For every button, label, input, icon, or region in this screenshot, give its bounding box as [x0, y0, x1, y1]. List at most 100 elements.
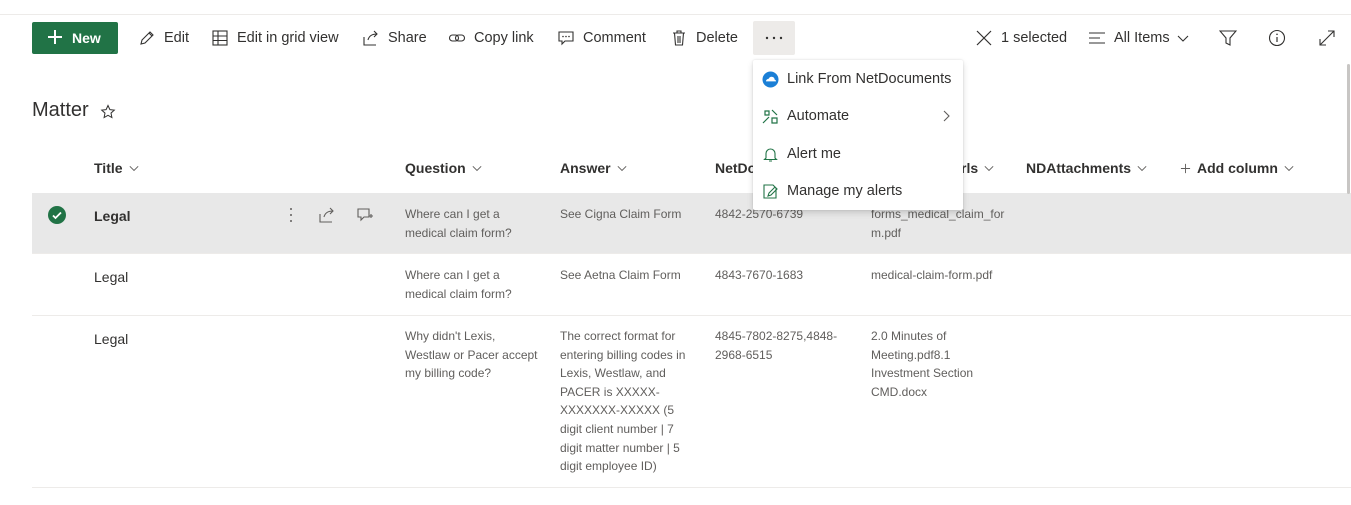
column-title-label: Title [94, 160, 123, 176]
row-urls-line: m.pdf [871, 225, 902, 240]
trash-icon [673, 30, 685, 46]
row-question-line: my billing code? [405, 366, 492, 381]
copy-link-button[interactable]: Copy link [448, 22, 534, 54]
column-header-ndattachments[interactable]: NDAttachments [1026, 160, 1147, 176]
row-comment-icon[interactable] [356, 206, 374, 224]
row-answer-line: entering billing codes in [560, 347, 686, 362]
row-answer-line: digit matter number | 5 [560, 440, 680, 455]
edit-label: Edit [164, 30, 189, 46]
row-answer-line: The correct format for [560, 329, 676, 343]
table-row[interactable]: Legal Why didn't Lexis, Westlaw or Pacer… [32, 316, 1351, 488]
share-label: Share [388, 30, 427, 46]
table-row[interactable]: Legal Where can I get a medical claim fo… [32, 193, 1351, 254]
add-column-label: Add column [1197, 160, 1278, 176]
row-question: Why didn't Lexis, Westlaw or Pacer accep… [405, 327, 538, 383]
link-icon [448, 34, 466, 42]
row-urls-line: medical-claim-form.pdf [871, 268, 993, 282]
row-question: Where can I get a medical claim form? [405, 266, 512, 303]
menu-item-label: Automate [787, 108, 850, 124]
row-urls[interactable]: forms_medical_claim_for m.pdf [871, 205, 1004, 242]
menu-item-label: Link From NetDocuments [787, 71, 952, 87]
grid-icon [212, 30, 228, 46]
row-answer-line: digit employee ID) [560, 459, 657, 474]
new-button[interactable]: New [32, 22, 118, 54]
row-answer-line: XXXXXXX-XXXXX (5 [560, 403, 675, 418]
column-header-question[interactable]: Question [405, 160, 482, 176]
row-urls[interactable]: 2.0 Minutes of Meeting.pdf8.1 Investment… [871, 327, 973, 401]
row-answer: See Cigna Claim Form [560, 205, 681, 224]
view-switcher[interactable]: All Items [1088, 22, 1189, 54]
row-urls[interactable]: medical-claim-form.pdf [871, 266, 992, 285]
edit-grid-button[interactable]: Edit in grid view [211, 22, 339, 54]
manage-alerts-icon [763, 183, 778, 199]
row-question-line: Why didn't Lexis, [405, 329, 496, 343]
row-urls-line: Investment Section [871, 366, 974, 381]
vertical-scrollbar[interactable] [1347, 64, 1350, 194]
row-netdocs-line: 4843-7670-1683 [715, 268, 804, 282]
comment-icon [558, 31, 574, 46]
more-actions-menu: Link From NetDocuments Automate Alert me… [753, 60, 963, 210]
more-actions-button[interactable] [753, 21, 795, 55]
row-answer-line: digit client number | 7 [560, 421, 674, 436]
list-view-icon [1089, 32, 1105, 44]
column-netdocs-label: NetDo [715, 160, 757, 176]
expand-icon [1319, 30, 1335, 46]
bell-icon [763, 147, 778, 162]
menu-item-label: Manage my alerts [787, 183, 903, 199]
row-question-line: Westlaw or Pacer accept [405, 347, 538, 362]
row-netdocs-line: 2968-6515 [715, 347, 773, 362]
row-question-line: Where can I get a [405, 268, 500, 282]
share-icon [363, 30, 378, 46]
column-header-answer[interactable]: Answer [560, 160, 627, 176]
star-icon[interactable] [100, 104, 116, 120]
row-question-line: Where can I get a [405, 207, 500, 221]
row-urls-line: CMD.docx [871, 384, 928, 399]
edit-button[interactable]: Edit [138, 22, 189, 54]
menu-item-label: Alert me [787, 146, 841, 162]
add-column-button[interactable]: Add column [1180, 160, 1294, 176]
share-button[interactable]: Share [362, 22, 427, 54]
row-title[interactable]: Legal [94, 268, 128, 287]
row-urls-line: 2.0 Minutes of [871, 329, 947, 343]
checkmark-icon [52, 211, 62, 220]
menu-item-automate[interactable]: Automate [753, 98, 963, 134]
row-title[interactable]: Legal [94, 330, 128, 349]
ellipsis-icon [765, 36, 783, 40]
row-netdocs: 4843-7670-1683 [715, 266, 803, 285]
comment-label: Comment [583, 30, 646, 46]
chevron-down-icon [472, 166, 482, 172]
new-button-label: New [72, 30, 101, 46]
comment-button[interactable]: Comment [557, 22, 646, 54]
column-header-urls[interactable]: rls [961, 160, 994, 176]
automate-icon [762, 109, 778, 124]
menu-item-manage-alerts[interactable]: Manage my alerts [753, 173, 963, 209]
chevron-down-icon [129, 166, 139, 172]
info-icon [1268, 29, 1286, 47]
delete-label: Delete [696, 30, 738, 46]
row-question-line: medical claim form? [405, 225, 512, 240]
menu-item-link-from-netdocuments[interactable]: Link From NetDocuments [753, 61, 963, 97]
row-question: Where can I get a medical claim form? [405, 205, 512, 242]
expand-button[interactable] [1318, 22, 1336, 54]
delete-button[interactable]: Delete [670, 22, 738, 54]
chevron-right-icon [943, 110, 950, 122]
filter-button[interactable] [1219, 22, 1237, 54]
menu-item-alert-me[interactable]: Alert me [753, 136, 963, 172]
row-answer-line: PACER is XXXXX- [560, 384, 660, 399]
clear-selection-button[interactable]: 1 selected [975, 22, 1067, 54]
row-selected-check-icon[interactable] [48, 206, 66, 224]
table-row[interactable]: Legal Where can I get a medical claim fo… [32, 254, 1351, 316]
row-answer-line: See Aetna Claim Form [560, 268, 681, 282]
chevron-down-icon [1284, 166, 1294, 172]
row-more-icon[interactable] [282, 206, 300, 224]
chevron-down-icon [1177, 35, 1188, 42]
row-share-icon[interactable] [318, 206, 336, 224]
column-answer-label: Answer [560, 160, 611, 176]
row-title[interactable]: Legal [94, 207, 131, 226]
row-answer-line: See Cigna Claim Form [560, 207, 682, 221]
info-button[interactable] [1268, 22, 1286, 54]
column-header-title[interactable]: Title [94, 160, 139, 176]
chevron-down-icon [984, 166, 994, 172]
column-header-netdocs[interactable]: NetDo [715, 160, 756, 176]
row-answer: The correct format for entering billing … [560, 327, 685, 476]
